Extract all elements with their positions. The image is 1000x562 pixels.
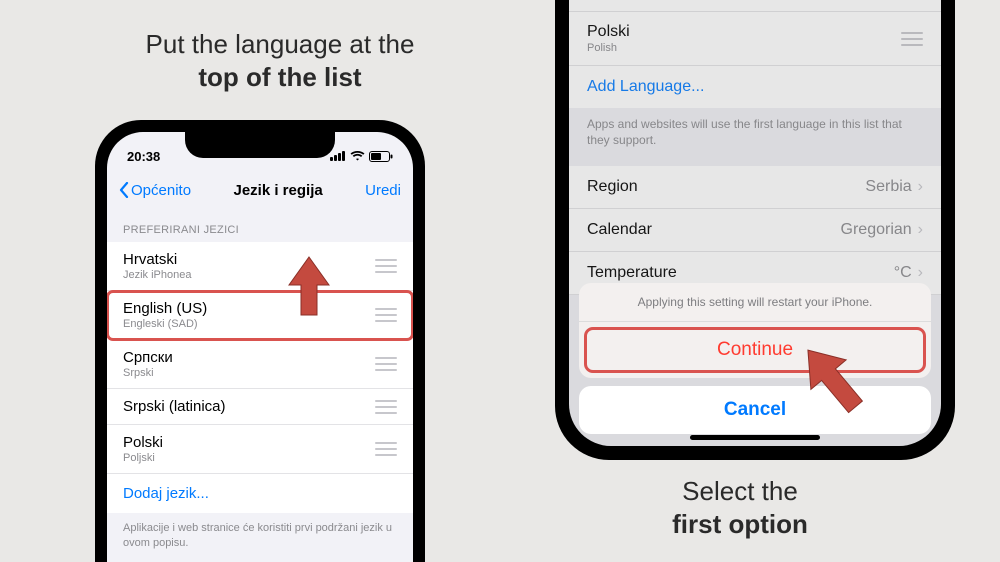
language-row[interactable]: Srpski (latinica) bbox=[107, 389, 413, 425]
drag-handle-icon[interactable] bbox=[375, 308, 397, 322]
language-title: English (US) bbox=[123, 300, 207, 317]
chevron-left-icon bbox=[119, 182, 129, 198]
language-title: Hrvatski bbox=[123, 251, 192, 268]
language-row[interactable]: Hrvatski Jezik iPhonea bbox=[107, 242, 413, 291]
language-row[interactable]: Serbian (Latin) bbox=[569, 0, 941, 12]
language-subtitle: Jezik iPhonea bbox=[123, 269, 192, 281]
language-title: Српски bbox=[123, 349, 173, 366]
settings-list: Region Serbia › Calendar Gregorian › Tempe… bbox=[569, 166, 941, 295]
language-subtitle: Poljski bbox=[123, 452, 163, 464]
drag-handle-icon[interactable] bbox=[901, 32, 923, 46]
nav-title: Jezik i regija bbox=[233, 182, 322, 199]
language-subtitle: Polish bbox=[587, 42, 630, 54]
cancel-button[interactable]: Cancel bbox=[579, 386, 931, 434]
caption-bold: first option bbox=[672, 509, 808, 539]
language-title: Srpski (latinica) bbox=[123, 398, 226, 415]
row-label: Region bbox=[587, 178, 638, 196]
chevron-right-icon: › bbox=[918, 221, 923, 239]
drag-handle-icon[interactable] bbox=[375, 357, 397, 371]
phone-mockup-left: 20:38 Općenito Jezik i regija Uredi PREF… bbox=[95, 120, 425, 562]
language-subtitle: Srpski bbox=[123, 367, 173, 379]
drag-handle-icon[interactable] bbox=[375, 259, 397, 273]
chevron-right-icon: › bbox=[918, 264, 923, 282]
language-list: Hrvatski Jezik iPhonea English (US) Engl… bbox=[107, 242, 413, 513]
language-row-highlighted[interactable]: English (US) Engleski (SAD) bbox=[107, 291, 413, 340]
arrow-up-icon bbox=[285, 255, 333, 319]
phone-notch bbox=[185, 132, 335, 158]
action-sheet: Applying this setting will restart your … bbox=[579, 283, 931, 434]
arrow-pointer-icon bbox=[788, 335, 878, 425]
row-label: Calendar bbox=[587, 221, 652, 239]
row-value: °C bbox=[894, 264, 912, 282]
row-value: Serbia bbox=[865, 178, 911, 196]
region-row[interactable]: Region Serbia › bbox=[569, 166, 941, 209]
nav-back-button[interactable]: Općenito bbox=[119, 182, 191, 199]
language-row[interactable]: Polski Poljski bbox=[107, 425, 413, 474]
add-language-link[interactable]: Dodaj jezik... bbox=[107, 474, 413, 513]
calendar-row[interactable]: Calendar Gregorian › bbox=[569, 209, 941, 252]
drag-handle-icon[interactable] bbox=[375, 442, 397, 456]
home-indicator bbox=[690, 435, 820, 440]
drag-handle-icon[interactable] bbox=[375, 400, 397, 414]
language-row[interactable]: Српски Srpski bbox=[107, 340, 413, 389]
section-footer: Aplikacije i web stranice će koristiti p… bbox=[107, 513, 413, 562]
caption-text: Put the language at the bbox=[146, 29, 415, 59]
language-subtitle: Engleski (SAD) bbox=[123, 318, 207, 330]
language-row[interactable]: Polski Polish bbox=[569, 12, 941, 66]
row-label: Temperature bbox=[587, 264, 677, 282]
caption-text: Select the bbox=[682, 476, 798, 506]
add-language-link[interactable]: Add Language... bbox=[569, 66, 941, 108]
section-header-preferred: PREFERIRANI JEZICI bbox=[107, 210, 413, 242]
chevron-right-icon: › bbox=[918, 178, 923, 196]
nav-back-label: Općenito bbox=[131, 182, 191, 199]
language-title: Polski bbox=[587, 23, 630, 41]
caption-bold: top of the list bbox=[198, 62, 361, 92]
status-icons bbox=[330, 151, 393, 162]
instruction-right: Select the first option bbox=[560, 475, 920, 540]
instruction-left: Put the language at the top of the list bbox=[100, 28, 460, 93]
language-title: Polski bbox=[123, 434, 163, 451]
nav-bar: Općenito Jezik i regija Uredi bbox=[107, 170, 413, 210]
status-time: 20:38 bbox=[127, 149, 160, 164]
row-value: Gregorian bbox=[841, 221, 912, 239]
phone-mockup-right: Serbian (Latin) Polski Polish Add Langua… bbox=[555, 0, 955, 460]
section-footer: Apps and websites will use the first lan… bbox=[569, 108, 941, 166]
sheet-message: Applying this setting will restart your … bbox=[579, 283, 931, 322]
nav-edit-button[interactable]: Uredi bbox=[365, 182, 401, 199]
